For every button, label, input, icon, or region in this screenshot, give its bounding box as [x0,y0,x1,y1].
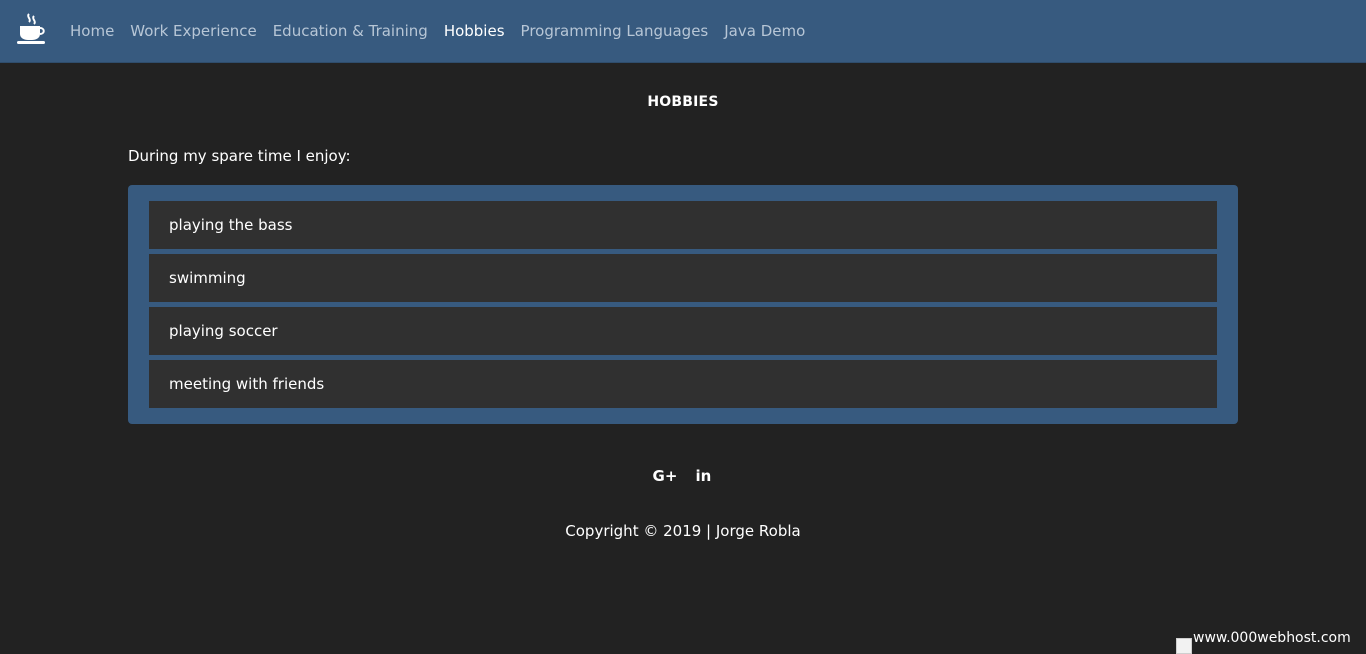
webhost-badge-link[interactable]: www.000webhost.com [1176,630,1366,654]
nav-item-java-demo[interactable]: Java Demo [716,0,813,63]
linkedin-icon[interactable]: in [693,464,713,488]
copyright-text: Copyright © 2019 | Jorge Robla [565,522,801,540]
broken-image-icon [1176,638,1192,654]
google-plus-icon[interactable]: G+ [653,464,678,488]
nav-item-hobbies[interactable]: Hobbies [436,0,513,63]
intro-text: During my spare time I enjoy: [128,147,351,165]
nav-item-home[interactable]: Home [62,0,122,63]
nav-item-work-experience[interactable]: Work Experience [122,0,264,63]
nav-item-programming-languages[interactable]: Programming Languages [513,0,717,63]
list-item: swimming [149,254,1217,302]
list-item: meeting with friends [149,360,1217,408]
list-item: playing the bass [149,201,1217,249]
nav-links: Home Work Experience Education & Trainin… [62,0,813,63]
top-navbar: Home Work Experience Education & Trainin… [0,0,1366,63]
webhost-badge-alt-text: www.000webhost.com [1193,630,1351,646]
hobbies-list: playing the bass swimming playing soccer… [128,185,1238,424]
social-links: G+ in [0,464,1366,488]
coffee-cup-icon [17,13,45,44]
brand-logo[interactable] [16,12,48,46]
list-item: playing soccer [149,307,1217,355]
nav-item-education-training[interactable]: Education & Training [265,0,436,63]
page-title: HOBBIES [647,94,719,110]
